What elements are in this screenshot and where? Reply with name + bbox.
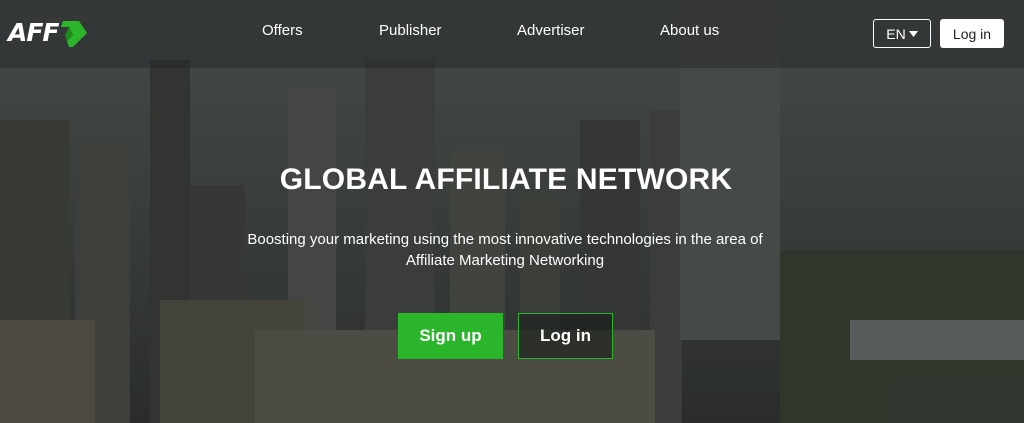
hero-login-button[interactable]: Log in <box>518 313 613 359</box>
hero-subtitle: Boosting your marketing using the most i… <box>247 231 763 269</box>
nav-offers[interactable]: Offers <box>262 22 303 39</box>
header-login-button[interactable]: Log in <box>940 19 1004 48</box>
language-selector[interactable]: EN <box>873 19 931 48</box>
hero-title: GLOBAL AFFILIATE NETWORK <box>279 163 733 196</box>
caret-down-icon <box>908 30 918 37</box>
nav-advertiser[interactable]: Advertiser <box>517 22 585 39</box>
logo-arrow-icon <box>60 21 87 47</box>
logo-text: AFF <box>8 17 60 47</box>
signup-button[interactable]: Sign up <box>398 313 503 359</box>
top-nav-bar: AFF Offers Publisher Advertiser About us… <box>0 0 1024 68</box>
logo[interactable]: AFF <box>8 12 89 52</box>
nav-publisher[interactable]: Publisher <box>379 22 442 39</box>
language-label: EN <box>886 25 906 42</box>
nav-about-us[interactable]: About us <box>660 22 719 39</box>
